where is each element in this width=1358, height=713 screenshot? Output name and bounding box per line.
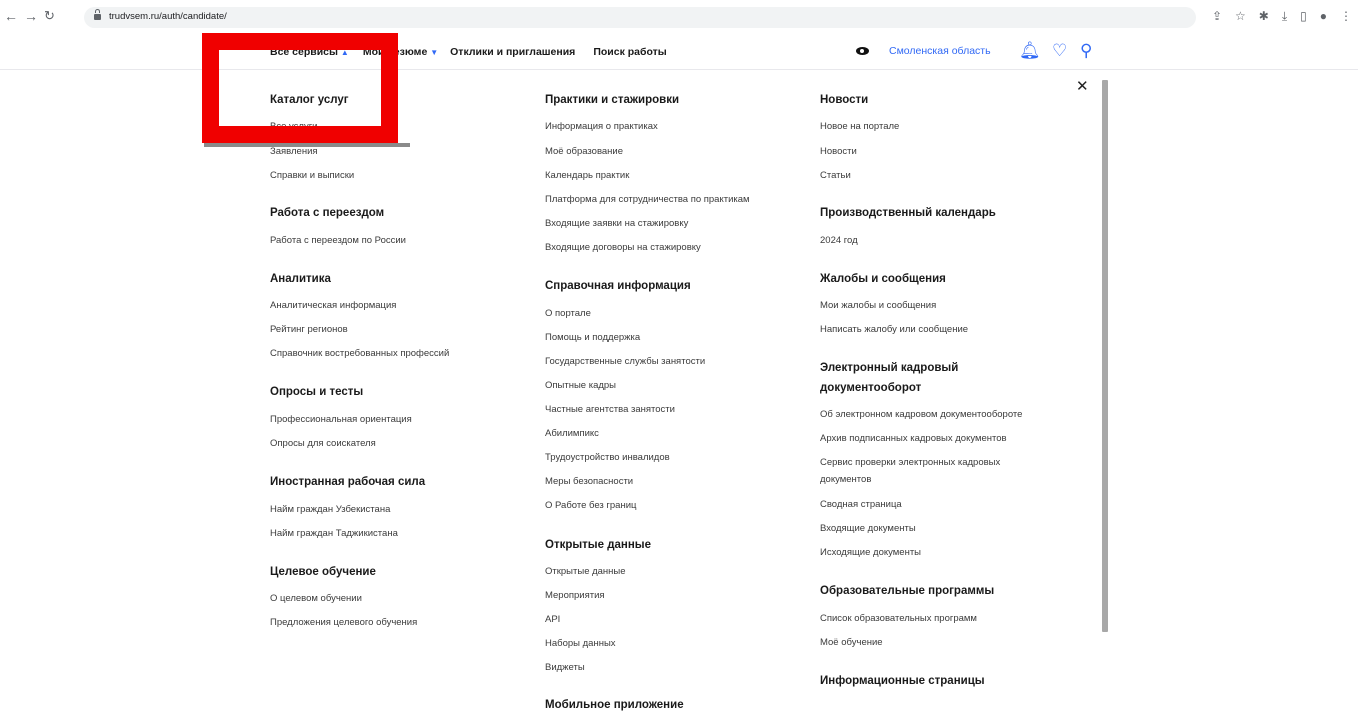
menu-link[interactable]: О Работе без границ [545, 500, 636, 511]
profile-icon[interactable]: ● [1320, 9, 1327, 24]
reload-icon[interactable]: ↻ [44, 8, 55, 24]
menu-link[interactable]: Новости [820, 146, 857, 157]
toolbar-icons: ⇪ ☆ ✱ ⤓ ▯ ● ⋮ [1212, 9, 1352, 24]
menu-link[interactable]: Моё обучение [820, 637, 883, 648]
section-title: Новости [820, 94, 869, 106]
eye-icon[interactable] [856, 47, 869, 55]
menu-link[interactable]: Написать жалобу или сообщение [820, 324, 968, 335]
user-icon[interactable]: ⚲ [1080, 41, 1092, 61]
menu-link[interactable]: Опросы для соискателя [270, 438, 376, 449]
menu-link[interactable]: Список образовательных программ [820, 613, 977, 624]
nav-responses[interactable]: Отклики и приглашения [450, 46, 575, 58]
heart-icon[interactable]: ♡ [1052, 41, 1067, 61]
menu-link[interactable]: Аналитическая информация [270, 300, 396, 311]
menu-link[interactable]: Сводная страница [820, 499, 902, 510]
section-title: документооборот [820, 382, 922, 394]
section-title: Мобильное приложение [545, 699, 684, 711]
menu-link[interactable]: Заявления [270, 146, 318, 157]
menu-link[interactable]: Платформа для сотрудничества по практика… [545, 194, 750, 205]
menu-link[interactable]: API [545, 614, 560, 625]
section-title: Целевое обучение [270, 566, 376, 578]
menu-link[interactable]: Справочник востребованных профессий [270, 348, 449, 359]
section-title: Производственный календарь [820, 207, 996, 219]
menu-link[interactable]: Справки и выписки [270, 170, 354, 181]
menu-link[interactable]: Меры безопасности [545, 476, 633, 487]
menu-link[interactable]: Об электронном кадровом документообороте [820, 409, 1022, 420]
region-label: Смоленская область [889, 45, 991, 57]
menu-link[interactable]: Архив подписанных кадровых документов [820, 433, 1007, 444]
close-icon[interactable]: ✕ [1076, 77, 1089, 95]
highlight-shadow [204, 143, 410, 147]
menu-link[interactable]: О портале [545, 308, 591, 319]
section-title: Аналитика [270, 273, 331, 285]
menu-link[interactable]: Трудоустройство инвалидов [545, 452, 670, 463]
nav-job-search[interactable]: Поиск работы [593, 46, 666, 58]
menu-link[interactable]: Рейтинг регионов [270, 324, 348, 335]
section-title: Электронный кадровый [820, 362, 959, 374]
menu-link[interactable]: 2024 год [820, 235, 858, 246]
url-text: trudvsem.ru/auth/candidate/ [109, 11, 227, 22]
section-title: Открытые данные [545, 539, 652, 551]
menu-link[interactable]: Сервис проверки электронных кадровых [820, 457, 1000, 468]
section-title: Работа с переездом [270, 207, 385, 219]
share-icon[interactable]: ⇪ [1212, 9, 1222, 24]
menu-link[interactable]: Государственные службы занятости [545, 356, 705, 367]
menu-link[interactable]: Предложения целевого обучения [270, 617, 417, 628]
menu-link[interactable]: Моё образование [545, 146, 623, 157]
section-title: Иностранная рабочая сила [270, 476, 426, 488]
section-title: Образовательные программы [820, 585, 995, 597]
section-title: Практики и стажировки [545, 94, 680, 106]
menu-link[interactable]: Опытные кадры [545, 380, 616, 391]
menu-link[interactable]: Открытые данные [545, 566, 626, 577]
bell-icon[interactable]: 🔔︎ [1019, 41, 1041, 61]
menu-icon[interactable]: ⋮ [1340, 9, 1352, 24]
menu-link[interactable]: Входящие документы [820, 523, 916, 534]
menu-link[interactable]: Работа с переездом по России [270, 235, 406, 246]
back-icon[interactable]: ← [4, 8, 18, 24]
menu-link[interactable]: Статьи [820, 170, 851, 181]
menu-link[interactable]: Найм граждан Узбекистана [270, 504, 390, 515]
section-title: Опросы и тесты [270, 386, 364, 398]
bookmark-star-icon[interactable]: ☆ [1235, 9, 1246, 24]
menu-link[interactable]: Виджеты [545, 662, 585, 673]
caret-down-icon: ▼ [430, 48, 439, 57]
forward-icon[interactable]: → [24, 8, 38, 24]
browser-toolbar: ← → ↻ trudvsem.ru/auth/candidate/ ⇪ ☆ ✱ … [0, 4, 1358, 30]
menu-link[interactable]: Входящие договоры на стажировку [545, 242, 701, 253]
menu-link[interactable]: Календарь практик [545, 170, 629, 181]
lock-icon [94, 9, 101, 20]
address-bar[interactable]: trudvsem.ru/auth/candidate/ [84, 7, 1196, 28]
side-panel-icon[interactable]: ▯ [1300, 9, 1307, 24]
section-title: Информационные страницы [820, 675, 985, 687]
menu-link[interactable]: Помощь и поддержка [545, 332, 640, 343]
menu-link[interactable]: Информация о практиках [545, 121, 658, 132]
menu-link[interactable]: Частные агентства занятости [545, 404, 675, 415]
menu-link[interactable]: Мероприятия [545, 590, 605, 601]
menu-link[interactable]: Исходящие документы [820, 547, 921, 558]
menu-link[interactable]: Мои жалобы и сообщения [820, 300, 936, 311]
menu-link[interactable]: Входящие заявки на стажировку [545, 218, 688, 229]
menu-link[interactable]: Профессиональная ориентация [270, 414, 412, 425]
extensions-icon[interactable]: ✱ [1259, 9, 1269, 24]
menu-link[interactable]: Найм граждан Таджикистана [270, 528, 398, 539]
menu-link[interactable]: Абилимпикс [545, 428, 599, 439]
menu-link[interactable]: О целевом обучении [270, 593, 362, 604]
menu-link[interactable]: документов [820, 474, 871, 485]
download-icon[interactable]: ⤓ [1282, 9, 1287, 24]
section-title: Жалобы и сообщения [820, 273, 946, 285]
scrollbar-thumb[interactable] [1102, 80, 1108, 632]
menu-link[interactable]: Новое на портале [820, 121, 899, 132]
region-selector[interactable]: Смоленская область [856, 45, 991, 57]
menu-link[interactable]: Наборы данных [545, 638, 616, 649]
red-highlight-box [202, 33, 398, 143]
section-title: Справочная информация [545, 280, 691, 292]
